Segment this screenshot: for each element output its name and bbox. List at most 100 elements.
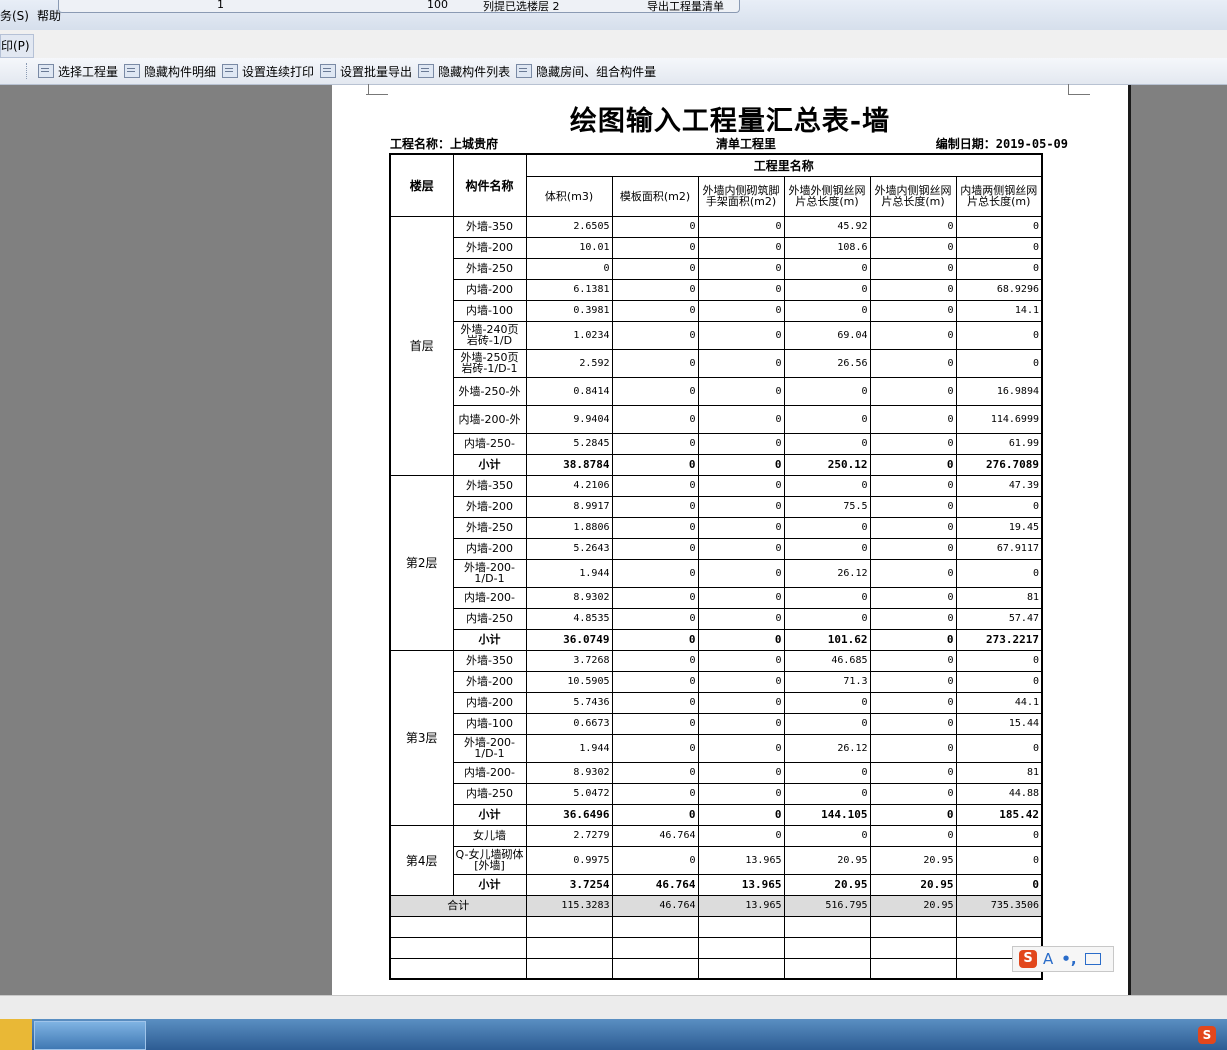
value-cell: 0 — [697, 376, 785, 406]
value-cell: 0 — [697, 299, 785, 322]
value-cell: 0 — [697, 404, 785, 434]
empty-cell — [389, 936, 527, 959]
report-date: 编制日期：2019-05-09 — [935, 137, 1068, 151]
select-quantity-button[interactable]: 选择工程量 — [38, 63, 118, 80]
header-component: 构件名称 — [452, 153, 527, 217]
empty-cell — [525, 936, 613, 959]
value-cell: 5.7436 — [525, 691, 613, 714]
value-cell: 0 — [611, 474, 699, 497]
empty-cell — [611, 936, 699, 959]
value-cell: 2.7279 — [525, 824, 613, 847]
subtotal-label: 小计 — [452, 873, 527, 896]
floor-filter-select[interactable]: 列提已选楼层 2 — [483, 0, 560, 12]
value-cell: 0 — [611, 845, 699, 875]
export-list-button[interactable]: 导出工程量清单 — [647, 0, 724, 12]
floor-cell: 第4层 — [389, 824, 454, 896]
value-cell: 114.6999 — [955, 404, 1043, 434]
value-cell: 0 — [783, 691, 871, 714]
hide-component-list-button[interactable]: 隐藏构件列表 — [418, 63, 510, 80]
value-cell: 0 — [611, 299, 699, 322]
table-row: 内墙-100 0.6673 0 0 0 0 15.44 — [390, 712, 1043, 735]
project-name: 工程名称：上城贵府 — [390, 137, 499, 151]
value-cell: 46.685 — [783, 649, 871, 672]
table-row: 外墙-200-1/D-1 1.944 0 0 26.12 0 0 — [390, 733, 1043, 763]
toolbar-grip[interactable] — [26, 63, 30, 79]
value-cell: 0 — [869, 236, 957, 259]
value-cell: 16.9894 — [955, 376, 1043, 406]
hide-room-group-button[interactable]: 隐藏房间、组合构件量 — [516, 63, 656, 80]
subtotal-value-cell: 0 — [869, 453, 957, 476]
table-row: 外墙-240页岩砖-1/D 1.0234 0 0 69.04 0 0 — [390, 320, 1043, 350]
report-page: 绘图输入工程量汇总表-墙 工程名称：上城贵府 清单工程里 编制日期：2019-0… — [332, 84, 1128, 995]
zoom-input[interactable]: 100 — [427, 0, 448, 11]
value-cell: 0 — [869, 586, 957, 609]
header-int-mesh: 内墙两侧钢丝网片总长度(m) — [955, 175, 1043, 217]
ime-toolbar[interactable]: S A •, — [1012, 946, 1114, 972]
table-row: 第4层 女儿墙 2.7279 46.764 0 0 0 0 — [389, 824, 1043, 896]
ime-punctuation-icon[interactable]: •, — [1061, 950, 1076, 968]
component-name-cell: 内墙-250 — [452, 782, 527, 805]
value-cell: 0 — [869, 376, 957, 406]
ime-mode-letter[interactable]: A — [1043, 950, 1053, 968]
header-floor: 楼层 — [389, 153, 454, 217]
component-name-cell: 外墙-250 — [452, 257, 527, 280]
empty-row — [389, 915, 1043, 938]
value-cell: 0 — [697, 712, 785, 735]
value-cell: 14.1 — [955, 299, 1043, 322]
empty-cell — [389, 915, 527, 938]
value-cell: 0 — [611, 376, 699, 406]
horizontal-scrollbar[interactable] — [0, 995, 1227, 1019]
value-cell: 0 — [611, 782, 699, 805]
floor-cell: 第3层 — [389, 649, 454, 826]
value-cell: 0 — [955, 558, 1043, 588]
component-name-cell: 内墙-200 — [452, 537, 527, 560]
table-row: 首层 外墙-350 2.6505 0 0 45.92 0 0 — [389, 215, 1043, 476]
value-cell: 8.9302 — [525, 761, 613, 784]
subtotal-label: 小计 — [452, 803, 527, 826]
tray-sogou-icon[interactable]: S — [1198, 1026, 1216, 1044]
start-button[interactable] — [0, 1019, 32, 1050]
value-cell: 4.2106 — [525, 474, 613, 497]
component-name-cell: 外墙-350 — [452, 649, 527, 672]
sogou-ime-icon[interactable]: S — [1019, 950, 1037, 968]
value-cell: 0 — [955, 733, 1043, 763]
empty-cell — [697, 936, 785, 959]
value-cell: 0 — [869, 404, 957, 434]
value-cell: 0 — [611, 733, 699, 763]
value-cell: 0.9975 — [525, 845, 613, 875]
empty-cell — [611, 915, 699, 938]
value-cell: 0.3981 — [525, 299, 613, 322]
subtotal-value-cell: 273.2217 — [955, 628, 1043, 651]
subtotal-value-cell: 0 — [697, 453, 785, 476]
value-cell: 0 — [697, 558, 785, 588]
continuous-print-button[interactable]: 设置连续打印 — [222, 63, 314, 80]
value-cell: 8.9917 — [525, 495, 613, 518]
value-cell: 71.3 — [783, 670, 871, 693]
print-icon — [222, 64, 239, 78]
subtotal-row: 小计 36.0749 0 0 101.62 0 273.2217 — [390, 628, 1043, 651]
value-cell: 0 — [783, 712, 871, 735]
component-name-cell: Q-女儿墙砌体[外墙] — [452, 845, 527, 875]
batch-export-button[interactable]: 设置批量导出 — [320, 63, 412, 80]
value-cell: 0 — [783, 824, 871, 847]
taskbar-app-button[interactable] — [34, 1021, 146, 1050]
empty-cell — [389, 957, 527, 980]
component-name-cell: 内墙-200- — [452, 586, 527, 609]
keyboard-icon[interactable] — [1084, 953, 1101, 965]
value-cell: 0.8414 — [525, 376, 613, 406]
hide-component-detail-button[interactable]: 隐藏构件明细 — [124, 63, 216, 80]
value-cell: 0 — [783, 376, 871, 406]
page-number-input[interactable]: 1 — [217, 0, 224, 11]
subtotal-value-cell: 0 — [611, 453, 699, 476]
component-name-cell: 外墙-350 — [452, 474, 527, 497]
menu-service[interactable]: 务(S) — [0, 7, 29, 24]
subtotal-value-cell: 0 — [611, 628, 699, 651]
header-ext-inner-mesh: 外墙内侧钢丝网片总长度(m) — [869, 175, 957, 217]
list-icon — [418, 64, 435, 78]
value-cell: 0 — [611, 278, 699, 301]
value-cell: 47.39 — [955, 474, 1043, 497]
preview-viewport[interactable]: 绘图输入工程量汇总表-墙 工程名称：上城贵府 清单工程里 编制日期：2019-0… — [0, 84, 1227, 995]
print-menu[interactable]: 印(P) — [0, 34, 34, 58]
total-value-cell: 735.3506 — [955, 894, 1043, 917]
subtotal-value-cell: 276.7089 — [955, 453, 1043, 476]
